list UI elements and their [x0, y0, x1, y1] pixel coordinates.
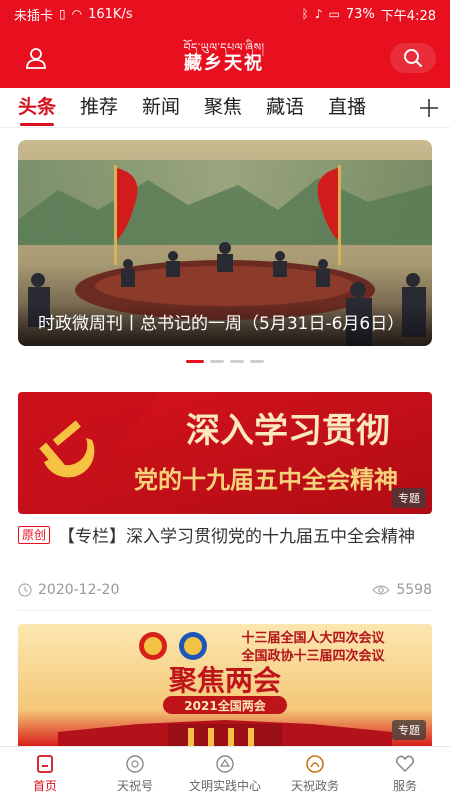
channel-tabs: 头条 推荐 新闻 聚焦 藏语 直播 [0, 88, 450, 128]
tab-news[interactable]: 新闻 [142, 88, 180, 127]
status-bar: 未插卡 ▯ ◠ 161K/s ᛒ ♪ ▭ 73% 下午4:28 [0, 0, 450, 28]
user-icon [26, 48, 46, 69]
special-tag: 专题 [392, 720, 426, 740]
original-badge: 原创 [18, 526, 51, 544]
session-line-1: 十三届全国人大四次会议 [241, 630, 385, 646]
nav-tianzhu-account[interactable]: 天祝号 [90, 747, 180, 800]
nav-service-label: 服务 [392, 779, 417, 793]
carousel-dot [186, 360, 204, 363]
government-icon [304, 753, 326, 775]
app-header: བོད་ཡུལ་དཔལ་ཞིས། 藏乡天祝 [0, 28, 450, 88]
bottom-navigation: 首页 天祝号 文明实践中心 天祝政务 服务 [0, 746, 450, 800]
special-tag: 专题 [392, 488, 426, 508]
emblem-icon [124, 753, 146, 775]
nav-government-label: 天祝政务 [290, 779, 339, 793]
app-logo: བོད་ཡུལ་དཔལ་ཞིས། 藏乡天祝 [183, 41, 264, 75]
tab-live[interactable]: 直播 [328, 88, 366, 127]
mute-icon: ♪ [314, 7, 323, 21]
divider [18, 610, 432, 611]
nav-service[interactable]: 服务 [360, 747, 450, 800]
carousel-dot [250, 360, 264, 363]
search-icon [403, 49, 422, 67]
nav-home[interactable]: 首页 [0, 747, 90, 800]
search-button[interactable] [389, 43, 436, 73]
view-count: 5598 [396, 582, 432, 598]
article-thumbnail[interactable]: 十三届全国人大四次会议 全国政协十三届四次会议 聚焦两会 2021全国两会 专题 [18, 624, 432, 746]
session-headline: 聚焦两会 [168, 664, 281, 697]
carousel-indicator [0, 360, 450, 363]
network-speed: 161K/s [88, 6, 133, 22]
tab-recommend[interactable]: 推荐 [80, 88, 118, 127]
nav-civilization-center-label: 文明实践中心 [188, 779, 261, 793]
bluetooth-icon: ᛒ [301, 7, 309, 21]
carousel-dot [230, 360, 244, 363]
eye-icon [372, 585, 391, 595]
add-channel-button[interactable] [408, 88, 450, 127]
tab-headlines[interactable]: 头条 [18, 88, 56, 127]
topic-line-2: 党的十九届五中全会精神 [134, 465, 398, 494]
heart-icon [394, 753, 416, 775]
nav-tianzhu-account-label: 天祝号 [116, 779, 153, 793]
topic-line-1: 深入学习贯彻 [186, 411, 390, 451]
logo-chinese: 藏乡天祝 [183, 53, 264, 75]
session-sub: 2021全国两会 [184, 698, 266, 713]
clock-icon [18, 583, 32, 597]
article-thumbnail[interactable]: 深入学习贯彻 党的十九届五中全会精神 专题 [18, 392, 432, 514]
home-icon [34, 753, 56, 775]
nav-civilization-center[interactable]: 文明实践中心 [180, 747, 270, 800]
article-title-row[interactable]: 原创 【专栏】深入学习贯彻党的十九届五中全会精神 [18, 524, 432, 550]
badge-icon [214, 753, 236, 775]
article-title: 【专栏】深入学习贯彻党的十九届五中全会精神 [58, 527, 416, 547]
plus-icon [420, 99, 438, 117]
tab-focus[interactable]: 聚焦 [204, 88, 242, 127]
battery-level: 73% [345, 6, 375, 22]
wifi-icon: ◠ [71, 7, 83, 21]
nav-government[interactable]: 天祝政务 [270, 747, 360, 800]
headline-carousel[interactable]: 时政微周刊丨总书记的一周（5月31日-6月6日） [18, 140, 432, 346]
profile-button[interactable] [14, 42, 58, 74]
session-line-2: 全国政协十三届四次会议 [240, 648, 385, 664]
article-meta: 2020-12-20 5598 [18, 582, 432, 598]
carrier-text: 未插卡 [14, 8, 54, 24]
two-sessions-banner: 十三届全国人大四次会议 全国政协十三届四次会议 聚焦两会 2021全国两会 [18, 624, 432, 746]
carousel-dot [210, 360, 224, 363]
nav-home-label: 首页 [32, 779, 57, 793]
sim-icon: ▯ [59, 7, 66, 21]
article-date: 2020-12-20 [38, 582, 120, 598]
tab-tibetan[interactable]: 藏语 [266, 88, 304, 127]
battery-icon: ▭ [328, 7, 340, 21]
special-topic-banner: 深入学习贯彻 党的十九届五中全会精神 [18, 392, 432, 514]
clock: 下午4:28 [380, 8, 436, 24]
banner-caption: 时政微周刊丨总书记的一周（5月31日-6月6日） [18, 304, 432, 346]
